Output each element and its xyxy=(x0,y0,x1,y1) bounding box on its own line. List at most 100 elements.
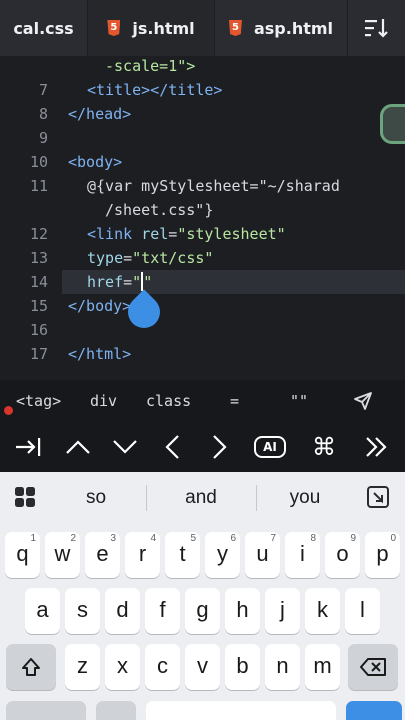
send-icon xyxy=(354,392,372,410)
key-g[interactable]: g xyxy=(185,588,220,634)
arrow-right-icon xyxy=(213,435,227,459)
html5-icon xyxy=(107,20,121,36)
line-number: 8 xyxy=(38,105,48,123)
send-button[interactable] xyxy=(352,390,374,412)
code-line: 16 xyxy=(0,318,405,342)
key-v[interactable]: v xyxy=(185,644,220,690)
tab-asp-html[interactable]: asp.html xyxy=(215,0,348,56)
command-icon: ⌘ xyxy=(312,433,336,461)
key-z[interactable]: z xyxy=(65,644,100,690)
code-text: </body> xyxy=(68,297,132,315)
line-number: 17 xyxy=(29,345,48,363)
key-p[interactable]: p0 xyxy=(365,532,400,578)
key-j[interactable]: j xyxy=(265,588,300,634)
backspace-key[interactable] xyxy=(348,644,398,690)
tab-label: cal.css xyxy=(13,18,74,38)
key-y[interactable]: y6 xyxy=(205,532,240,578)
floating-side-button[interactable] xyxy=(380,104,405,144)
suggestion-bar: so and you xyxy=(0,472,405,524)
key-c[interactable]: c xyxy=(145,644,180,690)
key-q[interactable]: q1 xyxy=(5,532,40,578)
code-line: 10 <body> xyxy=(0,150,405,174)
key-r[interactable]: r4 xyxy=(125,532,160,578)
snippet-equals[interactable]: = xyxy=(230,380,239,422)
snippet-class[interactable]: class xyxy=(146,380,191,422)
suggestion-2[interactable]: and xyxy=(160,472,242,524)
apps-grid-icon xyxy=(15,487,35,507)
apps-grid-button[interactable] xyxy=(14,486,36,512)
tab-indent-icon xyxy=(16,438,41,456)
key-o[interactable]: o9 xyxy=(325,532,360,578)
tab-label: asp.html xyxy=(253,18,334,38)
line-number: 14 xyxy=(29,273,48,291)
enter-key[interactable] xyxy=(346,701,402,720)
key-x[interactable]: x xyxy=(105,644,140,690)
code-line: 13 type="txt/css" xyxy=(0,246,405,270)
snippet-bar: <tag> div class = "" xyxy=(0,380,405,422)
code-line: 14 href=" " xyxy=(0,270,405,294)
space-key[interactable] xyxy=(146,701,336,720)
clipboard-button[interactable] xyxy=(366,485,390,513)
code-line: 17 </html> xyxy=(0,342,405,366)
key-t[interactable]: t5 xyxy=(165,532,200,578)
key-w[interactable]: w2 xyxy=(45,532,80,578)
comma-key[interactable] xyxy=(96,701,136,720)
shift-icon xyxy=(22,658,40,676)
sort-lines-button[interactable] xyxy=(348,0,405,56)
html5-icon xyxy=(228,20,242,36)
more-button[interactable] xyxy=(356,422,396,472)
sort-lines-icon xyxy=(364,19,388,38)
key-m[interactable]: m xyxy=(305,644,340,690)
snippet-quotes[interactable]: "" xyxy=(290,380,308,422)
line-number: 15 xyxy=(29,297,48,315)
symbols-key[interactable] xyxy=(6,701,86,720)
code-text: <body> xyxy=(68,153,123,171)
code-text: /sheet.css"} xyxy=(105,201,214,219)
recording-dot xyxy=(4,406,13,415)
key-h[interactable]: h xyxy=(225,588,260,634)
key-k[interactable]: k xyxy=(305,588,340,634)
snippet-div[interactable]: div xyxy=(90,380,117,422)
command-button[interactable]: ⌘ xyxy=(304,422,344,472)
arrow-left-icon xyxy=(165,435,179,459)
code-text: @{var myStylesheet="~/sharad xyxy=(87,177,340,195)
key-b[interactable]: b xyxy=(225,644,260,690)
key-l[interactable]: l xyxy=(345,588,380,634)
code-line: 8 </head> xyxy=(0,102,405,126)
soft-keyboard: so and you q1w2e3r4t5y6u7i8o9p0 asdfghjk… xyxy=(0,472,405,720)
key-u[interactable]: u7 xyxy=(245,532,280,578)
editor-nav-bar: AI ⌘ xyxy=(0,422,405,472)
key-s[interactable]: s xyxy=(65,588,100,634)
line-number: 12 xyxy=(29,225,48,243)
code-line: /sheet.css"} xyxy=(0,198,405,222)
tab-indent-button[interactable] xyxy=(8,422,48,472)
key-d[interactable]: d xyxy=(105,588,140,634)
arrow-up-button[interactable] xyxy=(58,422,98,472)
clipboard-icon xyxy=(367,486,389,508)
ai-button[interactable]: AI xyxy=(250,422,290,472)
arrow-right-button[interactable] xyxy=(200,422,240,472)
arrow-down-button[interactable] xyxy=(105,422,145,472)
key-i[interactable]: i8 xyxy=(285,532,320,578)
tab-cal-css[interactable]: cal.css xyxy=(0,0,88,56)
file-tab-bar: cal.css js.html asp.html xyxy=(0,0,405,56)
code-line: 12 <link rel="stylesheet" xyxy=(0,222,405,246)
double-chevron-right-icon xyxy=(366,437,387,457)
key-e[interactable]: e3 xyxy=(85,532,120,578)
code-editor[interactable]: -scale=1"> 7 <title></title> 8 </head> 9 10 <bo… xyxy=(0,56,405,378)
shift-key[interactable] xyxy=(6,644,56,690)
key-a[interactable]: a xyxy=(25,588,60,634)
code-line: 7 <title></title> xyxy=(0,78,405,102)
snippet-tag[interactable]: <tag> xyxy=(16,380,61,422)
tab-js-html[interactable]: js.html xyxy=(88,0,215,56)
suggestion-divider xyxy=(146,485,147,511)
arrow-left-button[interactable] xyxy=(152,422,192,472)
suggestion-3[interactable]: you xyxy=(264,472,346,524)
key-f[interactable]: f xyxy=(145,588,180,634)
line-number: 11 xyxy=(29,177,48,195)
backspace-icon xyxy=(360,658,386,676)
key-n[interactable]: n xyxy=(265,644,300,690)
code-line: 15 </body> xyxy=(0,294,405,318)
code-line: 11 @{var myStylesheet="~/sharad xyxy=(0,174,405,198)
suggestion-1[interactable]: so xyxy=(56,472,136,524)
